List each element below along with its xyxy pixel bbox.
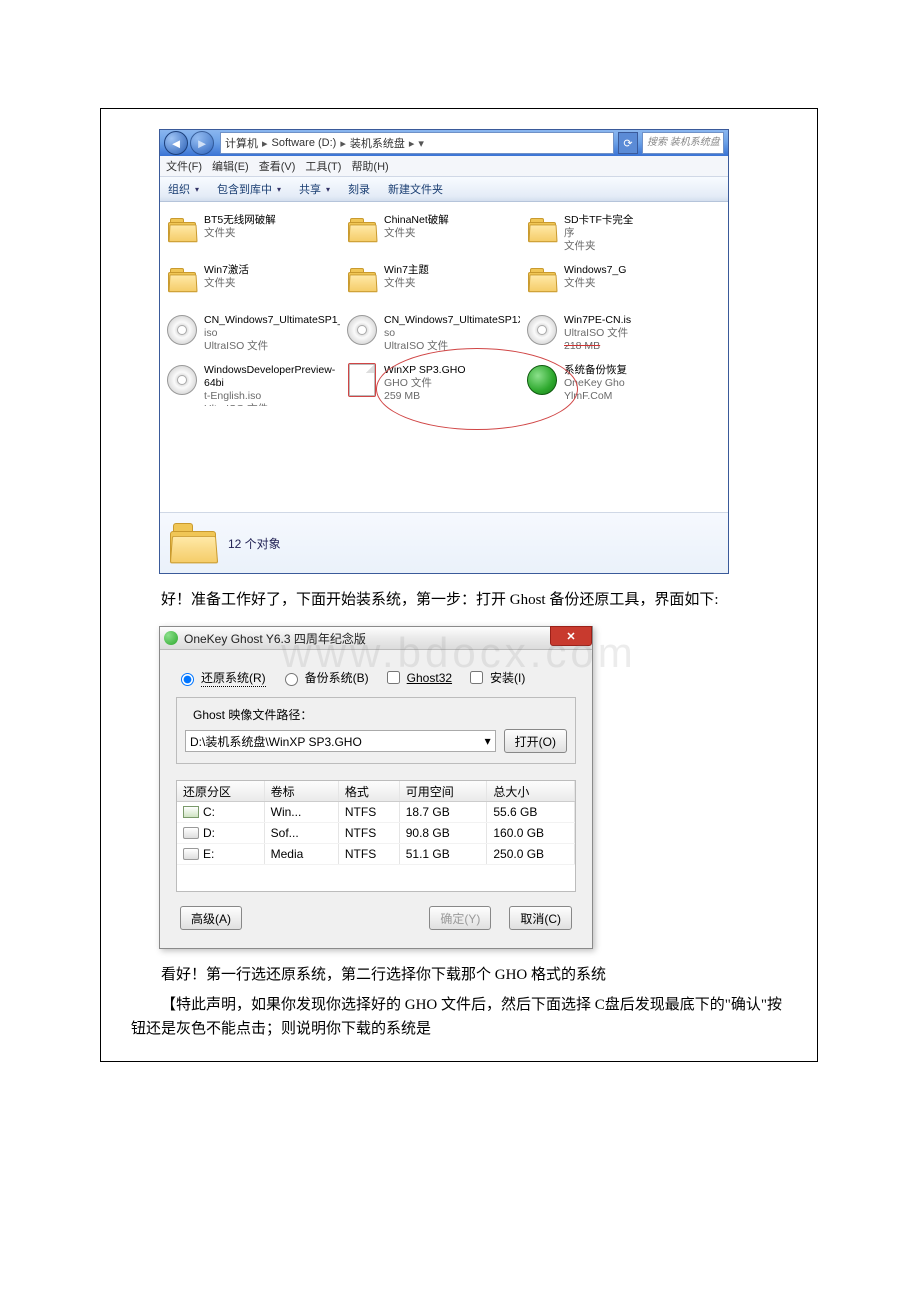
search-input[interactable]: 搜索 装机系统盘 <box>642 132 724 154</box>
ghost-dialog: OneKey Ghost Y6.3 四周年纪念版 ✕ 还原系统(R) 备份系统(… <box>159 626 593 949</box>
grid-row[interactable]: E:MediaNTFS51.1 GB250.0 GB <box>177 844 575 865</box>
file-item[interactable]: Win7激活文件夹 <box>166 262 340 306</box>
file-item[interactable]: Win7PE-CN.isUltraISO 文件218 MB <box>526 312 700 356</box>
dialog-titlebar: OneKey Ghost Y6.3 四周年纪念版 ✕ <box>160 627 592 650</box>
cancel-button[interactable]: 取消(C) <box>509 906 572 930</box>
disc-icon <box>526 314 558 346</box>
address-drop-icon[interactable]: ▾ <box>418 137 432 150</box>
crumb[interactable]: Software (D:) <box>272 137 337 149</box>
paragraph: 好！准备工作好了，下面开始装系统，第一步：打开 Ghost 备份还原工具，界面如… <box>131 588 787 612</box>
folder-icon <box>526 264 558 296</box>
tb-newfolder[interactable]: 新建文件夹 <box>388 181 443 197</box>
file-item[interactable]: 系统备份恢复OneKey GhoYlmF.CoM <box>526 362 700 406</box>
partition-grid[interactable]: 还原分区 卷标 格式 可用空间 总大小 C:Win...NTFS18.7 GB5… <box>176 780 576 892</box>
status-text: 12 个对象 <box>228 535 281 552</box>
folder-icon <box>526 214 558 246</box>
forward-button[interactable]: ► <box>190 131 214 155</box>
back-button[interactable]: ◄ <box>164 131 188 155</box>
file-item[interactable]: WinXP SP3.GHOGHO 文件259 MB <box>346 362 520 406</box>
refresh-button[interactable]: ⟳ <box>618 132 638 154</box>
file-item[interactable]: BT5无线网破解文件夹 <box>166 212 340 256</box>
dialog-title: OneKey Ghost Y6.3 四周年纪念版 <box>184 630 366 647</box>
document-page: ◄ ► 计算机▸ Software (D:)▸ 装机系统盘▸ ▾ ⟳ 搜索 装机… <box>100 108 818 1062</box>
folder-icon <box>166 214 198 246</box>
fieldset-legend: Ghost 映像文件路径： <box>189 706 316 723</box>
menu-edit[interactable]: 编辑(E) <box>212 158 249 174</box>
swirl-icon <box>526 364 558 396</box>
menu-bar: 文件(F) 编辑(E) 查看(V) 工具(T) 帮助(H) <box>160 156 728 177</box>
col-label: 卷标 <box>265 781 339 801</box>
col-free: 可用空间 <box>400 781 488 801</box>
chk-ghost32[interactable]: Ghost32 <box>383 668 452 687</box>
col-part: 还原分区 <box>177 781 265 801</box>
tb-include[interactable]: 包含到库中 <box>217 181 281 197</box>
grid-row[interactable]: C:Win...NTFS18.7 GB55.6 GB <box>177 802 575 823</box>
crumb[interactable]: 计算机 <box>225 135 258 151</box>
explorer-window: ◄ ► 计算机▸ Software (D:)▸ 装机系统盘▸ ▾ ⟳ 搜索 装机… <box>159 129 729 574</box>
file-item[interactable]: WindowsDeveloperPreview-64bit-English.is… <box>166 362 340 406</box>
toolbar: 组织 包含到库中 共享 刻录 新建文件夹 <box>160 177 728 202</box>
address-bar[interactable]: 计算机▸ Software (D:)▸ 装机系统盘▸ ▾ <box>220 132 614 154</box>
tb-organize[interactable]: 组织 <box>168 181 199 197</box>
grid-header: 还原分区 卷标 格式 可用空间 总大小 <box>177 781 575 802</box>
image-path-group: Ghost 映像文件路径： D:\装机系统盘\WinXP SP3.GHO ▾ 打… <box>176 697 576 764</box>
folder-icon <box>346 264 378 296</box>
file-item[interactable]: Windows7_G文件夹 <box>526 262 700 306</box>
menu-view[interactable]: 查看(V) <box>259 158 296 174</box>
col-fmt: 格式 <box>339 781 400 801</box>
tb-burn[interactable]: 刻录 <box>348 181 370 197</box>
file-item[interactable]: CN_Windows7_UltimateSP1X86.isoUltraISO 文… <box>346 312 520 356</box>
chk-install[interactable]: 安装(I) <box>466 668 525 687</box>
col-total: 总大小 <box>487 781 575 801</box>
menu-help[interactable]: 帮助(H) <box>351 158 388 174</box>
menu-file[interactable]: 文件(F) <box>166 158 202 174</box>
radio-restore[interactable]: 还原系统(R) <box>176 669 266 687</box>
disc-icon <box>166 364 198 396</box>
disc-icon <box>166 314 198 346</box>
file-list: BT5无线网破解文件夹ChinaNet破解文件夹SD卡TF卡完全序文件夹Win7… <box>160 202 728 512</box>
image-path-text: D:\装机系统盘\WinXP SP3.GHO <box>190 733 362 750</box>
image-path-combo[interactable]: D:\装机系统盘\WinXP SP3.GHO ▾ <box>185 730 496 752</box>
options-row: 还原系统(R) 备份系统(B) Ghost32 安装(I) <box>176 668 576 687</box>
folder-icon <box>170 523 216 563</box>
file-item[interactable]: CN_Windows7_UltimateSP1_X64.isoUltraISO … <box>166 312 340 356</box>
file-item[interactable]: Win7主题文件夹 <box>346 262 520 306</box>
file-item[interactable]: ChinaNet破解文件夹 <box>346 212 520 256</box>
gho-icon <box>346 364 378 396</box>
disc-icon <box>346 314 378 346</box>
app-icon <box>164 631 178 645</box>
radio-backup[interactable]: 备份系统(B) <box>280 669 369 686</box>
menu-tools[interactable]: 工具(T) <box>305 158 341 174</box>
advanced-button[interactable]: 高级(A) <box>180 906 242 930</box>
crumb[interactable]: 装机系统盘 <box>350 135 405 151</box>
tb-share[interactable]: 共享 <box>299 181 330 197</box>
close-button[interactable]: ✕ <box>550 626 592 646</box>
file-item[interactable]: SD卡TF卡完全序文件夹 <box>526 212 700 256</box>
grid-row[interactable]: D:Sof...NTFS90.8 GB160.0 GB <box>177 823 575 844</box>
dialog-footer: 高级(A) 确定(Y) 取消(C) <box>176 892 576 934</box>
paragraph: 看好！第一行选还原系统，第二行选择你下载那个 GHO 格式的系统 <box>131 963 787 987</box>
ok-button[interactable]: 确定(Y) <box>429 906 491 930</box>
open-button[interactable]: 打开(O) <box>504 729 567 753</box>
explorer-titlebar: ◄ ► 计算机▸ Software (D:)▸ 装机系统盘▸ ▾ ⟳ 搜索 装机… <box>160 130 728 156</box>
chevron-down-icon[interactable]: ▾ <box>485 734 491 748</box>
status-bar: 12 个对象 <box>160 512 728 573</box>
paragraph: 【特此声明，如果你发现你选择好的 GHO 文件后，然后下面选择 C盘后发现最底下… <box>131 993 787 1041</box>
folder-icon <box>166 264 198 296</box>
folder-icon <box>346 214 378 246</box>
